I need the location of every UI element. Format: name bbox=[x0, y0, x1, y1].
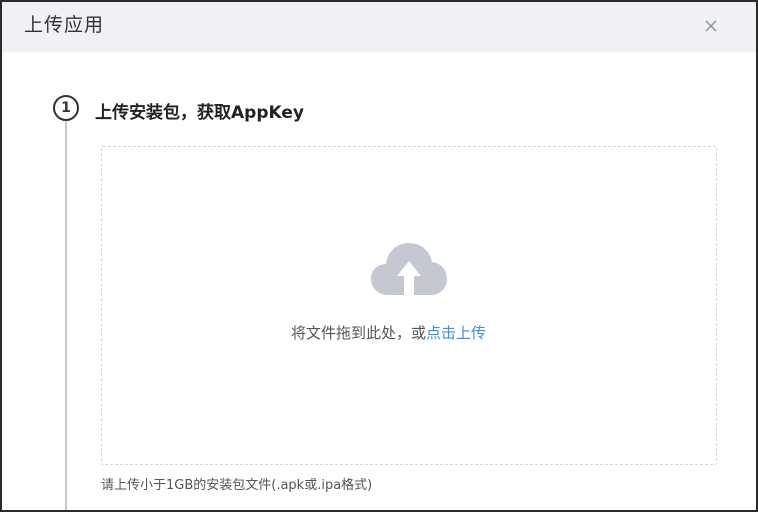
dialog-title: 上传应用 bbox=[24, 14, 105, 36]
step-number-badge: 1 bbox=[53, 95, 79, 121]
upload-dropzone[interactable] bbox=[101, 146, 717, 465]
upload-hint: 请上传小于1GB的安装包文件(.apk或.ipa格式) bbox=[101, 478, 373, 493]
cloud-upload-icon bbox=[370, 239, 448, 301]
dropzone-text: 将文件拖到此处，或 bbox=[291, 324, 427, 342]
step-title: 上传安装包，获取AppKey bbox=[95, 103, 304, 123]
close-icon[interactable] bbox=[702, 17, 720, 35]
step-connector-line bbox=[65, 121, 67, 510]
dialog-header: 上传应用 bbox=[2, 2, 756, 52]
dropzone-instruction: 将文件拖到此处，或点击上传 bbox=[291, 322, 486, 343]
upload-app-dialog: 上传应用 1 上传安装包，获取AppKey 将文件拖到此处，或点击上传 请上传小… bbox=[0, 0, 758, 512]
click-upload-link[interactable]: 点击上传 bbox=[426, 324, 486, 342]
